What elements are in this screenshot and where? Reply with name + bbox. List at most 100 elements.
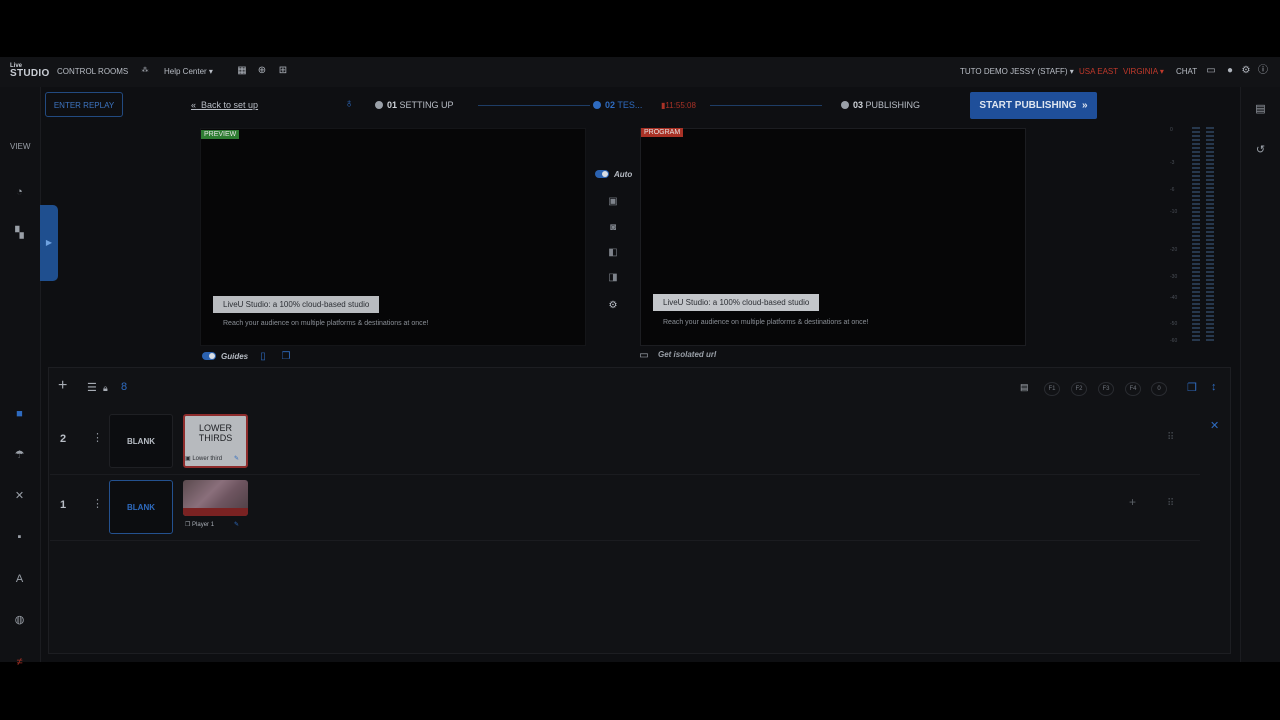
user-menu[interactable]: TUTO DEMO JESSY (STAFF) ▾ xyxy=(960,67,1074,76)
tools-icon[interactable]: ✕ xyxy=(12,489,27,504)
back-to-setup-link[interactable]: « Back to set up xyxy=(191,100,258,110)
user-name: TUTO DEMO JESSY (STAFF) xyxy=(960,67,1068,76)
region-label[interactable]: USA EAST xyxy=(1079,67,1118,76)
layout-icon[interactable]: ⊞ xyxy=(277,65,289,77)
vu-scale-label: -30 xyxy=(1170,274,1178,280)
vu-scale-label: -6 xyxy=(1170,187,1175,193)
top-bar: Live STUDIO CONTROL ROOMS ⁂ Help Center … xyxy=(0,57,1280,87)
guides-label: Guides xyxy=(221,352,249,361)
link-icon[interactable]: 8 xyxy=(121,381,127,393)
split-icon[interactable]: ◧ xyxy=(606,247,620,259)
thumb-line-1: LOWER xyxy=(198,423,232,433)
info-icon[interactable]: ⓘ xyxy=(1257,65,1269,77)
vu-scale-label: -10 xyxy=(1170,209,1178,215)
chevron-down-icon: ▾ xyxy=(208,67,213,76)
more-vertical-icon[interactable]: ⋮ xyxy=(92,497,103,510)
gear-icon[interactable]: ⚙ xyxy=(1240,65,1252,77)
list-icon[interactable]: ▤ xyxy=(1253,102,1268,117)
rehearsal-timer: ▮11:55:08 xyxy=(661,101,696,110)
logo-main-text: STUDIO xyxy=(10,68,50,79)
logo-mark-icon[interactable]: ≠ xyxy=(12,655,27,670)
dashboard-icon[interactable]: ◔ xyxy=(12,185,27,200)
f2-key[interactable]: F2 xyxy=(1071,382,1087,396)
zone-menu[interactable]: VIRGINIA ▾ xyxy=(1123,67,1164,76)
record-icon[interactable]: ◙ xyxy=(606,222,620,234)
blank-scene-selected[interactable]: BLANK xyxy=(109,480,173,534)
f4-key[interactable]: F4 xyxy=(1125,382,1141,396)
help-center-label: Help Center xyxy=(164,67,207,76)
settings-icon[interactable]: ⚙ xyxy=(606,300,620,312)
layer-number: 2 xyxy=(60,433,67,445)
grid-icon[interactable]: ▚ xyxy=(12,226,27,241)
isolated-url-link[interactable]: Get isolated url xyxy=(658,350,716,359)
chat-link[interactable]: CHAT xyxy=(1176,67,1197,76)
control-rooms-link[interactable]: CONTROL ROOMS xyxy=(57,67,128,76)
auto-toggle[interactable]: Auto xyxy=(595,170,632,179)
liveu-studio-logo[interactable]: Live STUDIO xyxy=(10,62,50,82)
thumb-line-2: THIRDS xyxy=(198,433,233,443)
zero-key[interactable]: 0 xyxy=(1151,382,1167,396)
blank-scene[interactable]: BLANK xyxy=(109,414,173,468)
lower-third-caption: ▣ Lower third xyxy=(185,456,223,462)
chevron-right-icon: ▶ xyxy=(45,238,53,247)
check-circle-icon xyxy=(593,101,601,109)
mobile-icon[interactable]: ▯ xyxy=(257,351,269,363)
preview-screen[interactable] xyxy=(200,128,586,346)
camera-icon[interactable]: ■ xyxy=(12,407,27,422)
drag-handle-icon[interactable]: ⠿ xyxy=(1167,498,1174,509)
broadcast-icon[interactable]: ☂ xyxy=(12,448,27,463)
toggle-switch xyxy=(595,170,609,178)
comment-icon[interactable]: ▤ xyxy=(1020,382,1029,393)
step2-label: TES... xyxy=(617,100,643,110)
drag-handle-icon[interactable]: ⠿ xyxy=(1167,432,1174,443)
expand-panel-tab[interactable]: ▶ xyxy=(40,205,58,281)
history-icon[interactable]: ↺ xyxy=(1253,143,1268,158)
edit-icon[interactable]: ✎ xyxy=(234,521,239,528)
transition-icon[interactable]: ◨ xyxy=(606,272,620,284)
left-sidebar: VIEW ◔ ▚ ■ ☂ ✕ ▪ A ◍ ≠ xyxy=(0,87,41,668)
vu-meter-right xyxy=(1206,127,1214,343)
close-icon[interactable]: ✕ xyxy=(1210,419,1219,432)
step-publishing[interactable]: 03 PUBLISHING xyxy=(841,100,920,110)
guides-toggle[interactable]: Guides xyxy=(202,352,248,361)
start-publishing-button[interactable]: START PUBLISHING » xyxy=(970,92,1097,119)
comment-icon[interactable]: ▪ xyxy=(12,530,27,545)
step-dot-icon xyxy=(375,101,383,109)
step-testing[interactable]: 02 TES... xyxy=(593,100,642,110)
step3-number: 03 xyxy=(853,100,864,110)
text-icon[interactable]: A xyxy=(12,572,27,587)
controller-icon[interactable]: ◍ xyxy=(12,613,27,628)
duplicate-icon[interactable]: ❐ xyxy=(1187,381,1197,394)
preview-lower-third-title: LiveU Studio: a 100% cloud-based studio xyxy=(213,296,380,313)
caption-text: Player 1 xyxy=(192,522,215,528)
sort-icon[interactable]: ↕ xyxy=(1211,381,1217,393)
start-publishing-label: START PUBLISHING xyxy=(979,100,1077,111)
enter-replay-button[interactable]: ENTER REPLAY xyxy=(45,92,123,117)
monitor-icon[interactable]: ▭ xyxy=(638,350,650,362)
f1-key[interactable]: F1 xyxy=(1044,382,1060,396)
globe-icon[interactable]: ⊕ xyxy=(256,65,268,77)
vu-scale-label: -40 xyxy=(1170,295,1178,301)
calendar-icon[interactable]: ▦ xyxy=(236,65,248,77)
thumbnail-overlay-bar xyxy=(183,508,248,516)
step2-number: 02 xyxy=(605,100,616,110)
layer-row: 1 ⋮ BLANK ❐ Player 1 ✎ + ⠿ xyxy=(50,475,1200,541)
help-center-menu[interactable]: Help Center ▾ xyxy=(164,67,213,76)
add-layer-icon[interactable]: + xyxy=(58,377,67,395)
timer-value: 11:55:08 xyxy=(665,101,696,110)
step-setting-up[interactable]: 01 SETTING UP xyxy=(375,100,454,110)
f3-key[interactable]: F3 xyxy=(1098,382,1114,396)
user-icon[interactable]: ● xyxy=(1224,65,1236,77)
lock-icon[interactable]: 🔒︎ xyxy=(103,383,108,394)
step-connector xyxy=(478,105,590,106)
align-icon[interactable]: ☰ xyxy=(87,381,97,394)
lightbulb-icon[interactable]: ♁ xyxy=(343,97,355,109)
copy-icon[interactable]: ❐ xyxy=(280,351,292,363)
chat-icon[interactable]: ▭ xyxy=(1205,65,1217,77)
add-scene-icon[interactable]: + xyxy=(1129,495,1136,509)
more-vertical-icon[interactable]: ⋮ xyxy=(92,431,103,444)
image-icon[interactable]: ▣ xyxy=(606,196,620,208)
edit-icon[interactable]: ✎ xyxy=(234,455,239,462)
player-video-thumbnail[interactable] xyxy=(183,480,248,516)
live-icon: ⁂ xyxy=(141,67,149,74)
